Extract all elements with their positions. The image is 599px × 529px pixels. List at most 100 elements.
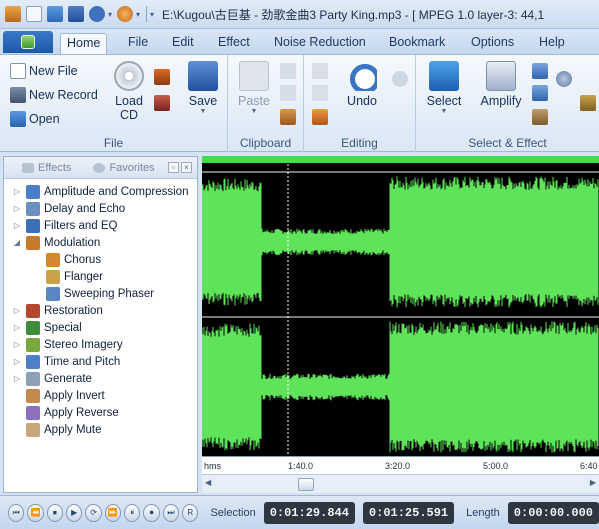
load-cd-label: Load CD <box>115 94 143 122</box>
compressor-icon[interactable] <box>556 71 572 87</box>
undo-dropdown-icon[interactable]: ▾ <box>108 10 112 19</box>
normalize-icon[interactable] <box>532 85 548 101</box>
effects-tree-item[interactable]: Apply Reverse <box>4 404 197 421</box>
expand-toggle-icon[interactable]: ▷ <box>12 374 22 383</box>
expand-toggle-icon[interactable]: ◢ <box>12 238 22 247</box>
expand-toggle-icon[interactable]: ▷ <box>12 306 22 315</box>
effects-tree-item-label: Amplitude and Compression <box>44 185 189 198</box>
tab-help[interactable]: Help <box>533 33 571 54</box>
app-icon[interactable] <box>5 6 21 22</box>
expand-toggle-icon[interactable]: ▷ <box>12 204 22 213</box>
effects-tree-item-label: Delay and Echo <box>44 202 126 215</box>
effects-tree-item[interactable]: Apply Mute <box>4 421 197 438</box>
effect-icon <box>26 303 40 318</box>
stop-button[interactable]: ⏹ <box>46 503 64 522</box>
horizontal-scrollbar[interactable]: ◀ ▶ <box>202 474 599 493</box>
pin-icon[interactable]: ▫ <box>168 162 179 173</box>
tab-effects[interactable]: Effects <box>22 162 71 174</box>
app-logo-icon <box>21 35 35 49</box>
crop-icon[interactable] <box>312 85 328 101</box>
waveform-display[interactable] <box>202 156 599 456</box>
video-icon[interactable] <box>154 69 170 85</box>
go-to-start-button[interactable]: ⏮ <box>8 503 25 522</box>
scroll-thumb[interactable] <box>298 478 314 491</box>
tab-effect[interactable]: Effect <box>212 33 256 54</box>
tab-bookmark[interactable]: Bookmark <box>383 33 451 54</box>
amplify-button[interactable]: Amplify <box>478 61 524 108</box>
select-dropdown-icon[interactable]: ▼ <box>424 108 464 115</box>
new-icon[interactable] <box>26 6 42 22</box>
new-record-button[interactable]: New Record <box>10 87 98 103</box>
fade-out-icon[interactable] <box>532 109 548 125</box>
tab-noise-reduction[interactable]: Noise Reduction <box>268 33 372 54</box>
effects-tree-item[interactable]: ▷ Time and Pitch <box>4 353 197 370</box>
pause-button[interactable]: ⏸ <box>124 503 141 522</box>
close-icon[interactable]: × <box>181 162 192 173</box>
application-menu-button[interactable] <box>3 31 53 53</box>
equalizer-icon[interactable] <box>580 95 596 111</box>
record-icon[interactable] <box>117 6 134 22</box>
expand-toggle-icon[interactable]: ▷ <box>12 187 22 196</box>
scroll-left-icon[interactable]: ◀ <box>205 478 211 487</box>
expand-toggle-icon[interactable]: ▷ <box>12 221 22 230</box>
effects-tree-item[interactable]: Flanger <box>4 268 197 285</box>
tab-home[interactable]: Home <box>60 33 108 54</box>
rewind-button[interactable]: ⏪ <box>27 503 44 522</box>
open-button[interactable]: Open <box>10 111 60 127</box>
selection-start-field[interactable]: 0:01:29.844 <box>263 501 355 524</box>
redo-icon[interactable] <box>392 71 408 87</box>
stereo-waveform[interactable] <box>202 164 599 456</box>
save-button[interactable]: Save ▼ <box>186 61 220 115</box>
tab-edit[interactable]: Edit <box>166 33 200 54</box>
effects-tree-item[interactable]: ▷ Stereo Imagery <box>4 336 197 353</box>
overview-bar[interactable] <box>202 156 599 163</box>
effects-tree-item[interactable]: Sweeping Phaser <box>4 285 197 302</box>
length-field[interactable]: 0:00:00.000 <box>507 501 599 524</box>
effects-tree-item-label: Sweeping Phaser <box>64 287 155 300</box>
effects-tree-item[interactable]: Chorus <box>4 251 197 268</box>
expand-toggle-icon[interactable]: ▷ <box>12 340 22 349</box>
effects-tree-item[interactable]: ▷ Delay and Echo <box>4 200 197 217</box>
trim-icon[interactable] <box>312 109 328 125</box>
tab-favorites[interactable]: Favorites <box>93 162 155 174</box>
load-cd-button[interactable]: Load CD <box>112 61 146 122</box>
effects-tree-item[interactable]: ▷ Filters and EQ <box>4 217 197 234</box>
select-button[interactable]: Select ▼ <box>424 61 464 115</box>
effects-tree-item[interactable]: ▷ Amplitude and Compression <box>4 183 197 200</box>
effect-icon <box>26 320 40 335</box>
expand-toggle-icon[interactable]: ▷ <box>12 323 22 332</box>
copy-icon[interactable] <box>280 85 296 101</box>
undo-button[interactable]: Undo <box>342 61 382 108</box>
save-dropdown-icon[interactable]: ▼ <box>186 108 220 115</box>
effects-tree-item[interactable]: Apply Invert <box>4 387 197 404</box>
record-mode-button[interactable]: R <box>182 503 199 522</box>
effects-tree-item[interactable]: ▷ Special <box>4 319 197 336</box>
undo-icon[interactable] <box>89 6 105 22</box>
selection-end-field[interactable]: 0:01:25.591 <box>362 501 455 524</box>
play-button[interactable]: ▶ <box>66 503 83 522</box>
delete-icon[interactable] <box>312 63 328 79</box>
customize-toolbar-icon[interactable]: ▾ <box>150 10 154 19</box>
save-icon[interactable] <box>68 6 84 22</box>
cd-burn-icon[interactable] <box>154 95 170 111</box>
record-button[interactable]: ⏺ <box>143 503 160 522</box>
tab-options[interactable]: Options <box>465 33 520 54</box>
effect-icon <box>26 218 40 233</box>
cut-icon[interactable] <box>280 63 296 79</box>
open-icon[interactable] <box>47 6 63 22</box>
loop-button[interactable]: ⟳ <box>85 503 102 522</box>
go-to-end-button[interactable]: ⏭ <box>162 503 180 522</box>
effects-tree-item[interactable]: ▷ Generate <box>4 370 197 387</box>
effects-tree-item[interactable]: ▷ Restoration <box>4 302 197 319</box>
effects-tree-item[interactable]: ◢ Modulation <box>4 234 197 251</box>
tab-file[interactable]: File <box>122 33 154 54</box>
fade-in-icon[interactable] <box>532 63 548 79</box>
scroll-right-icon[interactable]: ▶ <box>590 478 596 487</box>
record-dropdown-icon[interactable]: ▾ <box>136 10 140 19</box>
fast-forward-button[interactable]: ⏩ <box>104 503 122 522</box>
new-file-button[interactable]: New File <box>10 63 78 79</box>
paste-dropdown-icon[interactable]: ▼ <box>234 108 274 115</box>
expand-toggle-icon[interactable]: ▷ <box>12 357 22 366</box>
paste-button[interactable]: Paste ▼ <box>234 61 274 115</box>
paste-special-icon[interactable] <box>280 109 296 125</box>
